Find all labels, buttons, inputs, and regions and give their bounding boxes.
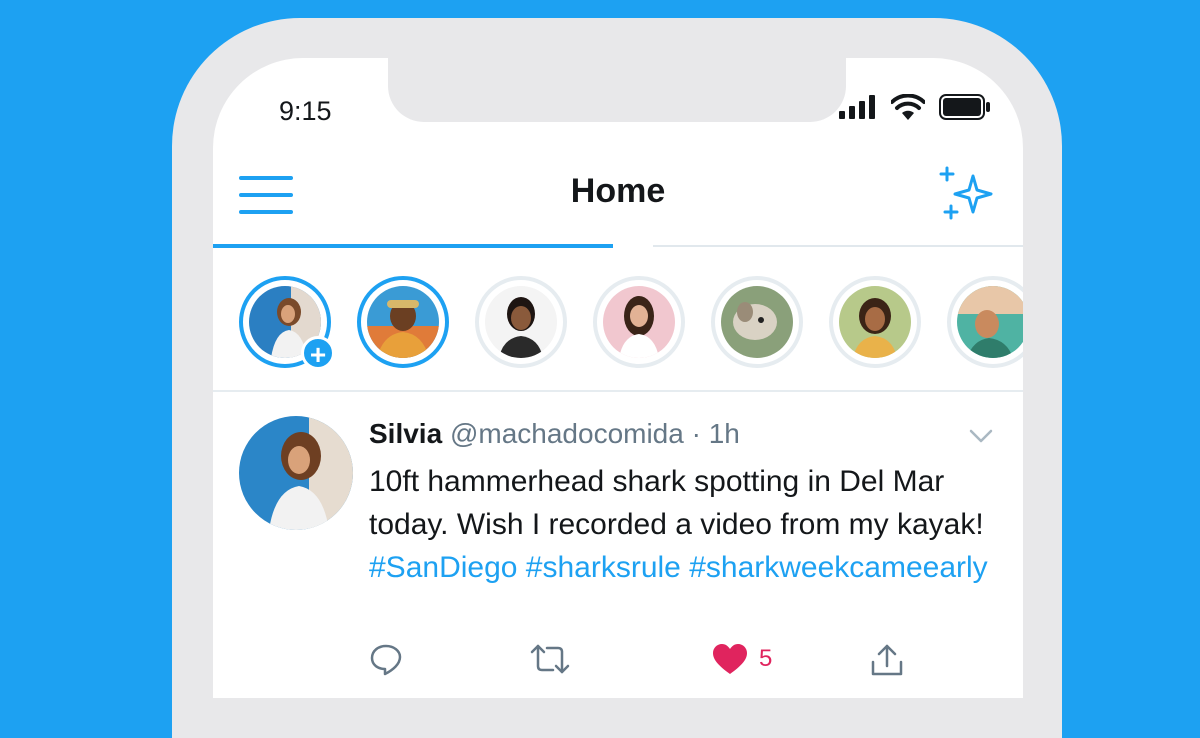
avatar <box>957 286 1023 358</box>
tweet-time: 1h <box>708 418 740 449</box>
tweet-actions: 5 <box>369 642 1009 682</box>
tweet-body: 10ft hammerhead shark spotting in Del Ma… <box>369 465 984 541</box>
tweet-text: 10ft hammerhead shark spotting in Del Ma… <box>369 460 999 589</box>
status-icons <box>839 94 991 120</box>
like-button[interactable]: 5 <box>711 642 772 676</box>
fleet-item[interactable] <box>475 276 567 368</box>
reply-icon <box>370 644 402 676</box>
hashtag-link[interactable]: #sharkweekcameearly <box>689 551 987 584</box>
tab-indicator-inactive <box>653 245 1023 247</box>
avatar <box>485 286 557 358</box>
tweet-author-name[interactable]: Silvia <box>369 418 442 449</box>
page-title: Home <box>570 172 666 210</box>
chevron-down-icon[interactable] <box>969 428 993 444</box>
tweet-header: Silvia @machadocomida · 1h <box>369 418 740 450</box>
battery-icon <box>939 94 990 120</box>
fleet-item[interactable] <box>947 276 1023 368</box>
avatar <box>721 286 793 358</box>
phone-screen: 9:15 Home + Silvia @machadocomida · 1h 1… <box>213 58 1023 698</box>
share-icon <box>871 644 903 676</box>
avatar <box>603 286 675 358</box>
reply-button[interactable] <box>369 642 403 676</box>
fleet-item[interactable] <box>593 276 685 368</box>
retweet-icon <box>530 644 570 674</box>
section-divider <box>213 390 1023 392</box>
avatar[interactable] <box>239 416 353 530</box>
status-time: 9:15 <box>279 96 332 126</box>
avatar <box>839 286 911 358</box>
signal-icon <box>839 95 875 119</box>
hashtag-link[interactable]: #SanDiego <box>369 551 517 584</box>
fleet-item[interactable] <box>829 276 921 368</box>
fleet-self[interactable]: + <box>239 276 335 370</box>
tweet-separator: · <box>691 418 701 449</box>
phone-notch <box>388 58 846 122</box>
hashtag-link[interactable]: #sharksrule <box>526 551 681 584</box>
retweet-button[interactable] <box>529 642 571 676</box>
share-button[interactable] <box>869 642 905 678</box>
fleet-item[interactable] <box>711 276 803 368</box>
tweet-card[interactable]: Silvia @machadocomida · 1h 10ft hammerhe… <box>213 402 1023 698</box>
heart-icon <box>713 644 747 674</box>
tab-indicator-active <box>213 244 613 248</box>
top-navigation-bar: Home <box>213 162 1023 242</box>
like-count: 5 <box>759 645 773 672</box>
fleets-row: + <box>213 260 1023 386</box>
avatar <box>367 286 439 358</box>
wifi-icon <box>891 94 925 120</box>
add-fleet-badge[interactable]: + <box>301 336 335 370</box>
sparkle-icon[interactable] <box>939 166 997 222</box>
fleet-item[interactable] <box>357 276 449 368</box>
tweet-author-handle[interactable]: @machadocomida <box>450 418 684 449</box>
